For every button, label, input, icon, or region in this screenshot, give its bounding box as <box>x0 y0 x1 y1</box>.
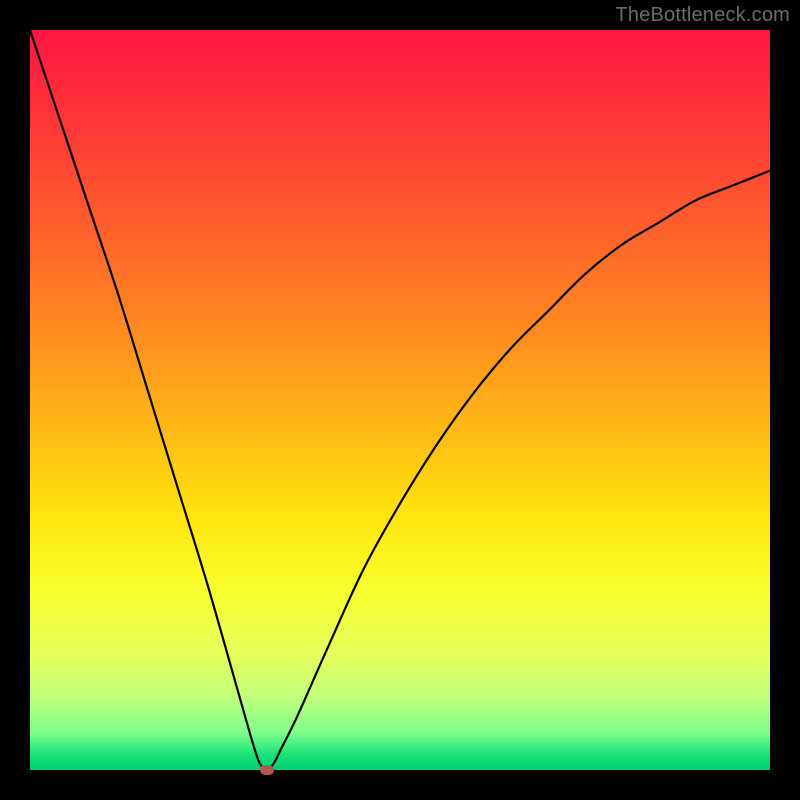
plot-area <box>30 30 770 770</box>
curve-svg <box>30 30 770 770</box>
chart-frame: TheBottleneck.com <box>0 0 800 800</box>
watermark-text: TheBottleneck.com <box>615 4 790 27</box>
minimum-marker <box>260 765 274 775</box>
bottleneck-curve <box>30 30 770 770</box>
